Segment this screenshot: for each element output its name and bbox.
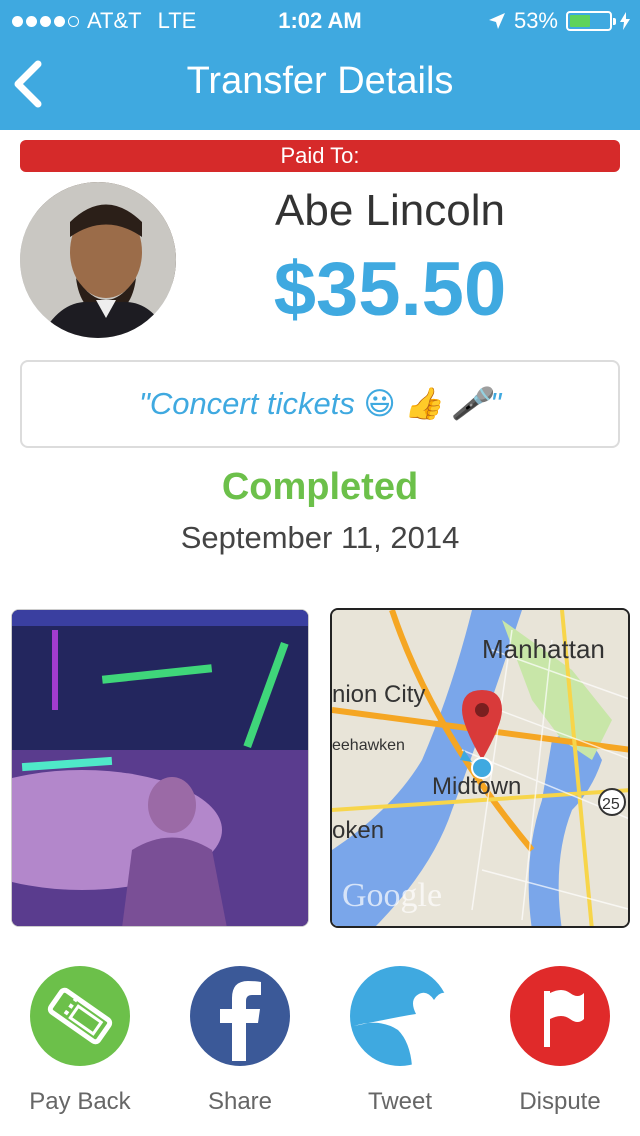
payee-avatar[interactable] xyxy=(20,182,176,338)
dispute-button[interactable]: Dispute xyxy=(490,966,630,1116)
ticket-icon xyxy=(47,987,113,1045)
portrait-image xyxy=(20,182,176,338)
action-bar: Pay Back Share Tweet Dispute xyxy=(0,966,640,1126)
paid-to-banner: Paid To: xyxy=(20,140,620,172)
map-label-hoboken: oken xyxy=(332,817,384,844)
map-label-midtown: Midtown xyxy=(432,773,521,800)
map-route-shield: 25 xyxy=(602,796,620,813)
map-label-weehawken: eehawken xyxy=(332,737,405,754)
share-button[interactable]: Share xyxy=(170,966,310,1116)
transfer-status: Completed xyxy=(221,466,419,508)
tweet-label: Tweet xyxy=(367,1088,433,1115)
payee-name: Abe Lincoln xyxy=(275,186,505,235)
pay-back-label: Pay Back xyxy=(29,1088,131,1115)
pay-back-circle xyxy=(30,966,130,1066)
location-arrow-icon xyxy=(488,13,505,29)
app-header: AT&T LTE 1:02 AM 53% Transfer Details xyxy=(0,0,640,130)
page-title: Transfer Details xyxy=(186,60,454,102)
nav-bar: Transfer Details xyxy=(0,40,640,130)
pay-back-button[interactable]: Pay Back xyxy=(10,966,150,1116)
battery-icon xyxy=(566,11,616,31)
location-map[interactable]: Manhattan nion City eehawken Midtown oke… xyxy=(330,608,630,928)
concert-photo-image xyxy=(12,610,308,926)
transfer-date: September 11, 2014 xyxy=(180,520,460,555)
status-right: 53% xyxy=(488,8,630,34)
charging-bolt-icon xyxy=(620,12,630,30)
tweet-button[interactable]: Tweet xyxy=(330,966,470,1116)
status-bar: AT&T LTE 1:02 AM 53% xyxy=(0,0,640,40)
transfer-memo: "Concert tickets 😃 👍 🎤" xyxy=(20,360,620,448)
map-image: Manhattan nion City eehawken Midtown oke… xyxy=(332,610,628,926)
dispute-circle xyxy=(510,966,610,1066)
map-label-union-city: nion City xyxy=(332,681,425,708)
tweet-circle xyxy=(350,966,450,1066)
twitter-bird-icon xyxy=(354,992,450,1066)
dispute-label: Dispute xyxy=(519,1088,601,1115)
share-circle xyxy=(190,966,290,1066)
google-watermark: Google xyxy=(342,877,442,914)
facebook-icon xyxy=(220,981,261,1061)
share-label: Share xyxy=(207,1088,273,1115)
attached-photo[interactable] xyxy=(11,609,309,927)
map-label-manhattan: Manhattan xyxy=(482,634,605,664)
transfer-amount: $35.50 xyxy=(273,247,507,332)
flag-icon xyxy=(544,990,584,1047)
battery-percent: 53% xyxy=(513,8,558,33)
